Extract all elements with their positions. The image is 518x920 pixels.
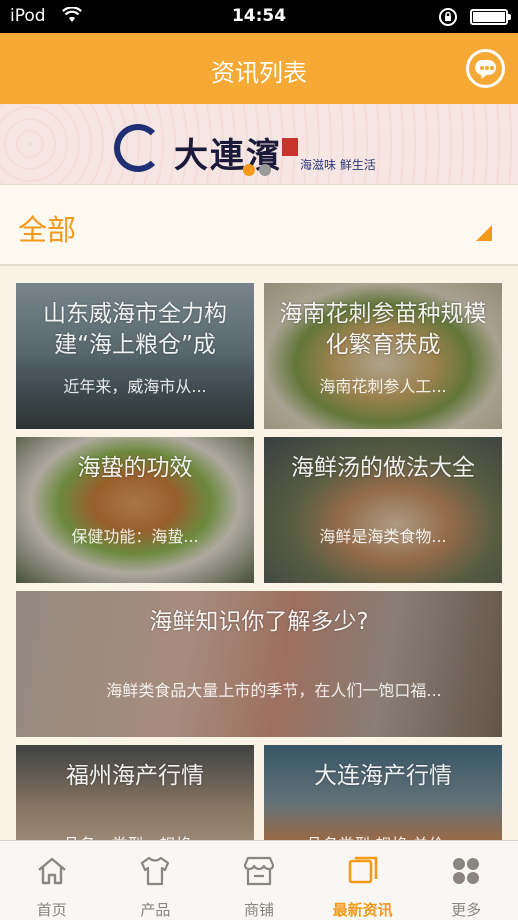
brand-slogan: 海滋味 鲜生活 [300, 158, 376, 172]
article-summary: 海南花刺参人工... [319, 377, 447, 396]
store-icon [243, 856, 275, 886]
article-card[interactable]: 福州海产行情 品名、类型、规格... [16, 745, 254, 840]
article-card[interactable]: 海南花刺参苗种规模化繁育获成 海南花刺参人工... [264, 283, 502, 429]
carousel-dot[interactable] [259, 164, 271, 176]
article-card[interactable]: 海鲜汤的做法大全 海鲜是海类食物... [264, 437, 502, 583]
page-title: 资讯列表 [211, 59, 307, 87]
tab-bar: 首页 产品 商铺 最新资讯 更多 [0, 840, 518, 920]
article-summary: 近年来，威海市从... [63, 377, 207, 396]
banner[interactable]: 大連濱 海滋味 鲜生活 [0, 104, 518, 184]
shirt-icon [141, 856, 170, 886]
home-icon [38, 857, 66, 885]
article-title: 福州海产行情 [66, 763, 204, 789]
status-bar: iPod 14:54 [0, 0, 518, 33]
article-summary: 海鲜是海类食物... [319, 527, 447, 546]
article-title: 海鲜知识你了解多少? [149, 609, 369, 635]
article-card[interactable]: 大连海产行情 品名类型 规格 单价... [264, 745, 502, 840]
carousel-dot-active[interactable] [243, 164, 255, 176]
tab-home[interactable]: 首页 [0, 841, 104, 920]
wave-logo-icon [114, 124, 162, 172]
tab-products[interactable]: 产品 [104, 841, 208, 920]
article-grid: 山东威海市全力构建“海上粮仓”成 近年来，威海市从... 海南花刺参苗种规模化繁… [0, 268, 518, 840]
article-title: 海蛰的功效 [77, 455, 193, 481]
tab-stores[interactable]: 商铺 [207, 841, 311, 920]
tab-more[interactable]: 更多 [414, 841, 518, 920]
category-filter-label: 全部 [18, 213, 77, 247]
article-summary: 品名类型 规格 单价... [276, 831, 490, 840]
article-card[interactable]: 海蛰的功效 保健功能：海蛰... [16, 437, 254, 583]
article-card[interactable]: 山东威海市全力构建“海上粮仓”成 近年来，威海市从... [16, 283, 254, 429]
article-title: 海鲜汤的做法大全 [291, 455, 475, 481]
article-title: 大连海产行情 [314, 763, 452, 789]
grid-icon [453, 858, 480, 884]
chat-bubble-icon[interactable] [466, 49, 505, 88]
article-card[interactable]: 海鲜知识你了解多少? 海鲜类食品大量上市的季节，在人们一饱口福... [16, 591, 502, 737]
tab-label: 更多 [451, 901, 482, 919]
app-header: 资讯列表 [0, 33, 518, 104]
article-summary: 保健功能：海蛰... [71, 527, 199, 546]
tab-label: 最新资讯 [332, 901, 393, 919]
article-title: 山东威海市全力构建“海上粮仓”成 [43, 301, 227, 358]
rotation-lock-icon [439, 8, 457, 26]
dropdown-arrow-icon[interactable] [476, 225, 492, 241]
category-filter[interactable]: 全部 [0, 184, 518, 266]
article-summary: 品名、类型、规格... [28, 831, 242, 840]
tab-label: 商铺 [243, 901, 274, 919]
tab-news[interactable]: 最新资讯 [311, 841, 415, 920]
tab-label: 首页 [36, 901, 67, 919]
seal-icon [282, 138, 298, 156]
battery-icon [470, 9, 511, 25]
news-icon [348, 856, 377, 884]
tab-label: 产品 [140, 901, 171, 919]
article-title: 海南花刺参苗种规模化繁育获成 [279, 301, 487, 358]
article-summary: 海鲜类食品大量上市的季节，在人们一饱口福... [106, 681, 442, 700]
